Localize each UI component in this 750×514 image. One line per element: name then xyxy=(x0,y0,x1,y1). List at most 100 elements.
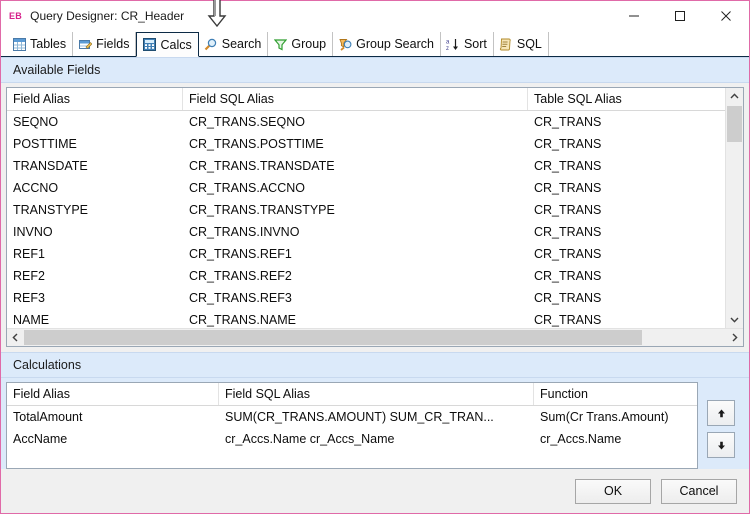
sql-scroll-icon xyxy=(499,37,513,51)
table-row[interactable]: REF2 CR_TRANS.REF2 CR_TRANS xyxy=(7,265,725,287)
available-fields-vertical-scrollbar[interactable] xyxy=(725,88,743,328)
minimize-button[interactable] xyxy=(611,1,657,31)
chevron-left-icon xyxy=(11,333,20,342)
available-fields-title: Available Fields xyxy=(13,63,100,77)
cell-field-sql-alias: CR_TRANS.TRANSDATE xyxy=(183,155,528,177)
available-fields-horizontal-scrollbar[interactable] xyxy=(7,328,743,346)
table-row[interactable]: REF3 CR_TRANS.REF3 CR_TRANS xyxy=(7,287,725,309)
ok-button[interactable]: OK xyxy=(575,479,651,504)
tab-label: Group xyxy=(291,37,326,51)
horizontal-scroll-track[interactable] xyxy=(24,329,726,346)
column-header-calc-field-alias[interactable]: Field Alias xyxy=(7,383,219,405)
column-header-calc-field-sql-alias[interactable]: Field SQL Alias xyxy=(219,383,534,405)
cell-calc-function: cr_Accs.Name xyxy=(534,428,694,450)
cell-field-alias: NAME xyxy=(7,309,183,328)
title-bar: EB Query Designer: CR_Header xyxy=(1,1,749,31)
window-title: Query Designer: CR_Header xyxy=(30,9,184,23)
maximize-button[interactable] xyxy=(657,1,703,31)
tab-label: SQL xyxy=(517,37,542,51)
cell-field-alias: TRANSDATE xyxy=(7,155,183,177)
minimize-icon xyxy=(628,10,640,22)
cell-field-alias: TRANSTYPE xyxy=(7,199,183,221)
tab-label: Tables xyxy=(30,37,66,51)
fields-edit-icon xyxy=(78,37,92,51)
cell-table-sql-alias: CR_TRANS xyxy=(528,199,718,221)
vertical-scroll-thumb[interactable] xyxy=(727,106,742,142)
table-row[interactable]: REF1 CR_TRANS.REF1 CR_TRANS xyxy=(7,243,725,265)
table-row[interactable]: SEQNO CR_TRANS.SEQNO CR_TRANS xyxy=(7,111,725,133)
cell-calc-field-sql-alias: cr_Accs.Name cr_Accs_Name xyxy=(219,428,534,450)
available-fields-rows: SEQNO CR_TRANS.SEQNO CR_TRANS POSTTIME C… xyxy=(7,111,725,328)
table-row[interactable]: AccName cr_Accs.Name cr_Accs_Name cr_Acc… xyxy=(7,428,697,450)
tab-fields[interactable]: Fields xyxy=(73,32,136,56)
horizontal-scroll-thumb[interactable] xyxy=(24,330,642,345)
column-header-field-alias[interactable]: Field Alias xyxy=(7,88,183,110)
cell-field-alias: REF3 xyxy=(7,287,183,309)
tab-search[interactable]: Search xyxy=(199,32,269,56)
move-down-button[interactable] xyxy=(707,432,735,458)
cell-field-alias: POSTTIME xyxy=(7,133,183,155)
table-row[interactable]: TRANSTYPE CR_TRANS.TRANSTYPE CR_TRANS xyxy=(7,199,725,221)
cell-calc-function: Sum(Cr Trans.Amount) xyxy=(534,406,694,428)
tab-label: Calcs xyxy=(160,38,191,52)
scroll-right-button[interactable] xyxy=(726,329,743,346)
cell-table-sql-alias: CR_TRANS xyxy=(528,133,718,155)
scroll-up-button[interactable] xyxy=(726,88,743,105)
calculations-area: Field Alias Field SQL Alias Function Tot… xyxy=(1,378,749,469)
tab-label: Fields xyxy=(96,37,129,51)
cell-field-alias: REF2 xyxy=(7,265,183,287)
tab-sort[interactable]: a z Sort xyxy=(441,32,494,56)
drag-down-arrow-cursor xyxy=(206,0,228,29)
cell-field-sql-alias: CR_TRANS.SEQNO xyxy=(183,111,528,133)
cell-table-sql-alias: CR_TRANS xyxy=(528,243,718,265)
scroll-down-button[interactable] xyxy=(726,311,743,328)
svg-text:z: z xyxy=(446,46,449,51)
tab-strip: Tables Fields xyxy=(1,31,749,57)
table-row[interactable]: TotalAmount SUM(CR_TRANS.AMOUNT) SUM_CR_… xyxy=(7,406,697,428)
cell-calc-field-alias: AccName xyxy=(7,428,219,450)
arrow-up-icon xyxy=(716,408,727,419)
tab-calcs[interactable]: Calcs xyxy=(136,32,198,57)
tab-group-search[interactable]: Group Search xyxy=(333,32,441,56)
tab-label: Group Search xyxy=(356,37,434,51)
cell-field-alias: INVNO xyxy=(7,221,183,243)
calculations-header: Calculations xyxy=(1,352,749,378)
tab-tables[interactable]: Tables xyxy=(7,32,73,56)
close-button[interactable] xyxy=(703,1,749,31)
scroll-left-button[interactable] xyxy=(7,329,24,346)
window-controls xyxy=(611,1,749,31)
cell-field-alias: SEQNO xyxy=(7,111,183,133)
cancel-button[interactable]: Cancel xyxy=(661,479,737,504)
available-fields-header-row: Field Alias Field SQL Alias Table SQL Al… xyxy=(7,88,725,111)
table-row[interactable]: INVNO CR_TRANS.INVNO CR_TRANS xyxy=(7,221,725,243)
table-row[interactable]: TRANSDATE CR_TRANS.TRANSDATE CR_TRANS xyxy=(7,155,725,177)
cell-field-sql-alias: CR_TRANS.TRANSTYPE xyxy=(183,199,528,221)
cell-calc-field-alias: TotalAmount xyxy=(7,406,219,428)
table-row[interactable]: POSTTIME CR_TRANS.POSTTIME CR_TRANS xyxy=(7,133,725,155)
cell-field-sql-alias: CR_TRANS.NAME xyxy=(183,309,528,328)
tab-group[interactable]: Group xyxy=(268,32,333,56)
cell-field-sql-alias: CR_TRANS.ACCNO xyxy=(183,177,528,199)
available-fields-grid: Field Alias Field SQL Alias Table SQL Al… xyxy=(6,87,744,347)
calculations-reorder-buttons xyxy=(698,382,744,469)
table-icon xyxy=(12,37,26,51)
tab-sql[interactable]: SQL xyxy=(494,32,549,56)
chevron-up-icon xyxy=(730,92,739,101)
calculations-rows: TotalAmount SUM(CR_TRANS.AMOUNT) SUM_CR_… xyxy=(7,406,697,468)
table-row[interactable]: ACCNO CR_TRANS.ACCNO CR_TRANS xyxy=(7,177,725,199)
column-header-table-sql-alias[interactable]: Table SQL Alias xyxy=(528,88,718,110)
cell-field-sql-alias: CR_TRANS.REF3 xyxy=(183,287,528,309)
cell-table-sql-alias: CR_TRANS xyxy=(528,111,718,133)
table-row[interactable]: NAME CR_TRANS.NAME CR_TRANS xyxy=(7,309,725,328)
cell-field-sql-alias: CR_TRANS.REF2 xyxy=(183,265,528,287)
column-header-calc-function[interactable]: Function xyxy=(534,383,694,405)
app-logo: EB xyxy=(9,11,22,21)
column-header-field-sql-alias[interactable]: Field SQL Alias xyxy=(183,88,528,110)
cell-table-sql-alias: CR_TRANS xyxy=(528,309,718,328)
calculations-grid: Field Alias Field SQL Alias Function Tot… xyxy=(6,382,698,469)
tab-label: Sort xyxy=(464,37,487,51)
cell-calc-field-sql-alias: SUM(CR_TRANS.AMOUNT) SUM_CR_TRAN... xyxy=(219,406,534,428)
cell-table-sql-alias: CR_TRANS xyxy=(528,265,718,287)
move-up-button[interactable] xyxy=(707,400,735,426)
cell-field-sql-alias: CR_TRANS.INVNO xyxy=(183,221,528,243)
